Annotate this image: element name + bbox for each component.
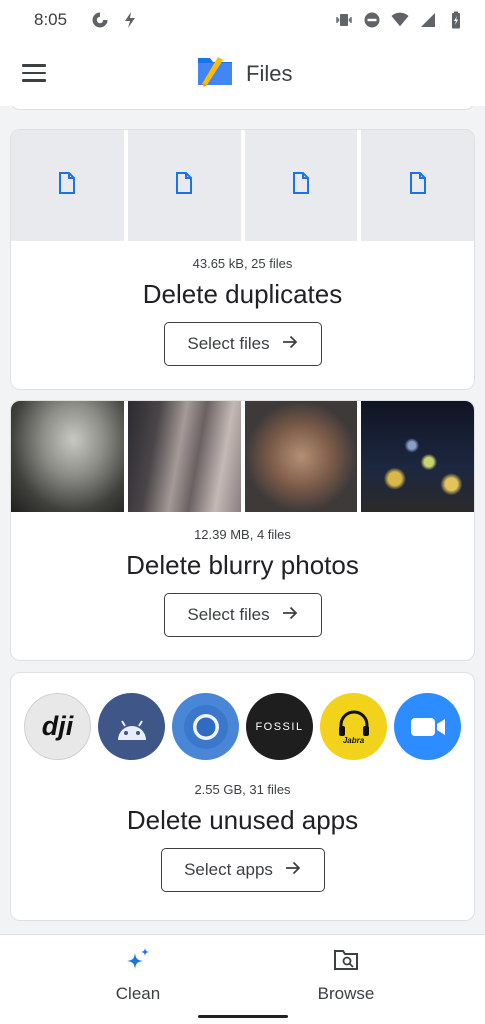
- duplicates-title: Delete duplicates: [142, 279, 343, 309]
- fossil-logo-text: FOSSIL: [255, 720, 304, 733]
- jabra-logo-text: Jabra: [342, 736, 365, 745]
- blurry-photo-thumbnail[interactable]: [361, 401, 474, 512]
- unused-apps-card: dji FOSSIL Jabra 2.55 GB, 31 files Delet…: [10, 672, 475, 921]
- select-files-label: Select files: [187, 334, 270, 353]
- blurry-photo-thumbnail[interactable]: [127, 401, 241, 512]
- zoom-app-icon[interactable]: [394, 693, 461, 760]
- document-icon: [290, 171, 312, 200]
- document-icon: [173, 171, 195, 200]
- vibrate-icon: [335, 11, 353, 29]
- duplicate-thumbnail[interactable]: [361, 130, 474, 241]
- wifi-icon: [391, 11, 409, 29]
- blurry-photo-thumbnail[interactable]: [11, 401, 124, 512]
- bolt-icon: [121, 11, 139, 29]
- duplicate-thumbnail[interactable]: [244, 130, 358, 241]
- unused-apps-size: 2.55 GB, 31 files: [194, 782, 291, 797]
- blurry-size: 12.39 MB, 4 files: [194, 527, 291, 542]
- duplicates-thumbnails: [11, 130, 474, 241]
- nav-browse-label: Browse: [317, 984, 375, 1003]
- arrow-right-icon: [282, 605, 298, 625]
- android-app-icon[interactable]: [98, 693, 165, 760]
- document-icon: [407, 171, 429, 200]
- clean-feed[interactable]: 43.65 kB, 25 files Delete duplicates Sel…: [0, 106, 485, 934]
- blurry-title: Delete blurry photos: [126, 550, 359, 580]
- sparkle-icon: [123, 947, 153, 978]
- browse-folder-icon: [332, 947, 360, 978]
- previous-card-edge: [10, 106, 475, 110]
- blurry-photo-thumbnail[interactable]: [244, 401, 358, 512]
- gesture-bar[interactable]: [198, 1015, 288, 1018]
- screen: 8:05 Files 43.65 kB, 25 files Delete dup…: [0, 0, 485, 1024]
- unused-apps-title: Delete unused apps: [126, 805, 359, 835]
- dji-app-icon[interactable]: dji: [24, 693, 91, 760]
- select-apps-button[interactable]: Select apps: [160, 848, 325, 892]
- status-bar: 8:05: [0, 0, 485, 40]
- status-right: [335, 11, 465, 29]
- files-logo-icon: [196, 54, 234, 93]
- app-brand: Files: [196, 54, 292, 93]
- duplicate-thumbnail[interactable]: [127, 130, 241, 241]
- bottom-navigation: Clean Browse: [0, 934, 485, 1024]
- select-duplicates-button[interactable]: Select files: [163, 322, 322, 366]
- unused-apps-row: dji FOSSIL Jabra: [11, 693, 474, 760]
- signal-icon: [419, 11, 437, 29]
- blurry-photos-card: 12.39 MB, 4 files Delete blurry photos S…: [10, 400, 475, 661]
- select-blurry-button[interactable]: Select files: [163, 593, 322, 637]
- arrow-right-icon: [285, 860, 301, 880]
- battery-icon: [447, 11, 465, 29]
- menu-icon[interactable]: [22, 60, 48, 86]
- do-not-disturb-icon: [363, 11, 381, 29]
- jabra-app-icon[interactable]: Jabra: [320, 693, 387, 760]
- nav-clean-tab[interactable]: Clean: [78, 947, 198, 1004]
- data-saver-icon: [91, 11, 109, 29]
- status-time: 8:05: [34, 10, 68, 29]
- app-title: Files: [246, 60, 293, 86]
- duplicate-thumbnail[interactable]: [11, 130, 124, 241]
- status-left: 8:05: [34, 10, 139, 30]
- document-icon: [56, 171, 78, 200]
- chrome-app-icon[interactable]: [172, 693, 239, 760]
- blurry-thumbnails: [11, 401, 474, 512]
- nav-clean-label: Clean: [115, 984, 161, 1003]
- app-bar: Files: [0, 40, 485, 106]
- select-files-label: Select files: [187, 605, 270, 624]
- nav-browse-tab[interactable]: Browse: [286, 947, 406, 1004]
- arrow-right-icon: [282, 334, 298, 354]
- fossil-app-icon[interactable]: FOSSIL: [246, 693, 313, 760]
- dji-logo-text: dji: [41, 711, 74, 741]
- duplicates-card: 43.65 kB, 25 files Delete duplicates Sel…: [10, 129, 475, 390]
- duplicates-size: 43.65 kB, 25 files: [192, 256, 293, 271]
- select-apps-label: Select apps: [184, 860, 273, 879]
